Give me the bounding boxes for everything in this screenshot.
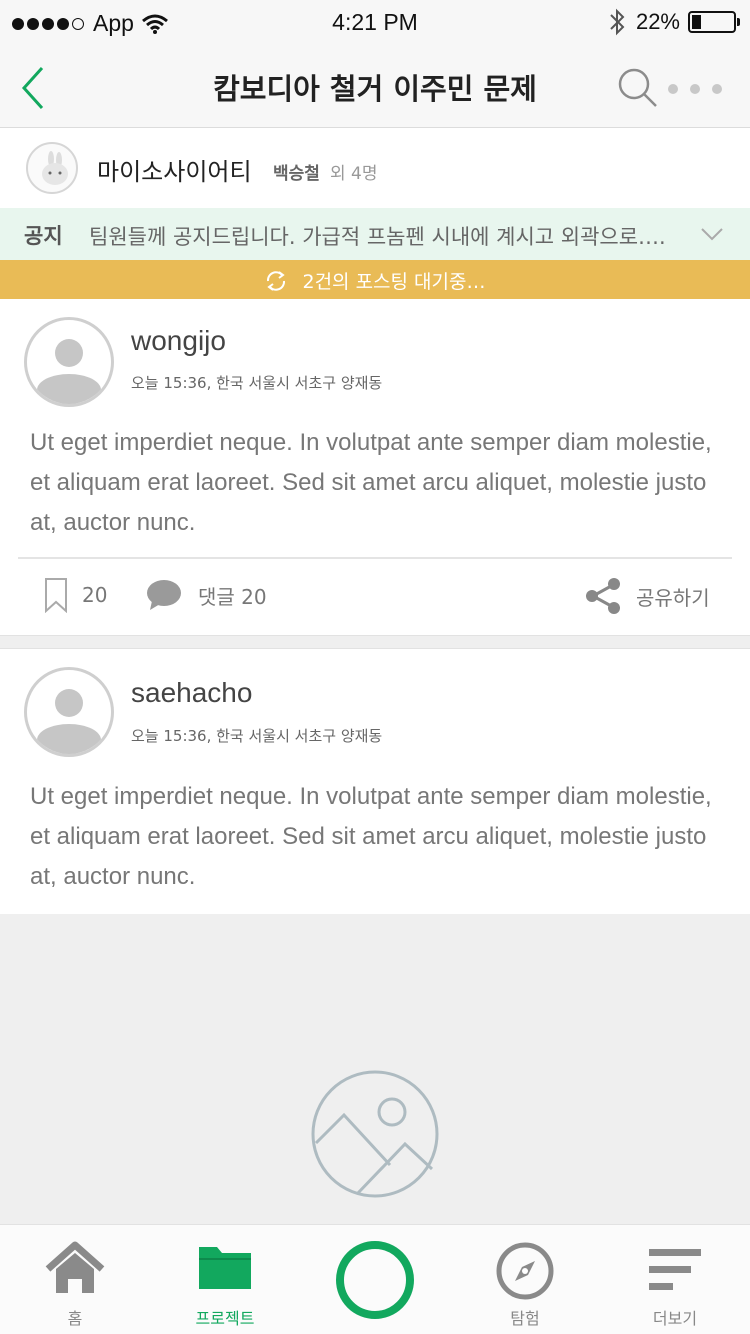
home-icon xyxy=(45,1241,105,1293)
tab-icon-wrap xyxy=(150,1241,300,1309)
dot xyxy=(690,84,700,94)
empty-content-area xyxy=(0,914,750,1224)
user-silhouette-icon xyxy=(37,339,101,404)
tab-home[interactable]: 홈 xyxy=(0,1225,150,1334)
group-name: 마이소사이어티 xyxy=(97,158,252,186)
status-bar: App 4:21 PM 22% xyxy=(0,0,750,48)
pending-content: 2건의 포스팅 대기중… xyxy=(0,267,750,294)
tab-label: 탐험 xyxy=(510,1309,540,1328)
post-separator xyxy=(0,635,750,649)
battery-level xyxy=(692,15,701,29)
share-button[interactable]: 공유하기 xyxy=(584,577,710,615)
bookmark-icon xyxy=(45,578,67,613)
bookmark-count: 20 xyxy=(82,583,108,607)
post-username[interactable]: wongijo xyxy=(131,325,226,357)
tab-record[interactable] xyxy=(300,1225,450,1334)
notice-bar[interactable]: 공지 팀원들께 공지드립니다. 가급적 프놈펜 시내에 계시고 외곽으로…. xyxy=(0,208,750,260)
post-meta: 오늘 15:36, 한국 서울시 서초구 양재동 xyxy=(131,374,383,392)
comment-label: 댓글 20 xyxy=(198,584,267,609)
notice-text: 팀원들께 공지드립니다. 가급적 프놈펜 시내에 계시고 외곽으로…. xyxy=(89,225,666,249)
post-card: wongijo 오늘 15:36, 한국 서울시 서초구 양재동 Ut eget… xyxy=(0,299,750,635)
tab-explore[interactable]: 탐험 xyxy=(450,1225,600,1334)
group-member-count: 외 4명 xyxy=(330,164,378,184)
user-avatar[interactable] xyxy=(24,667,114,757)
post-body[interactable]: Ut eget imperdiet neque. In volutpat ant… xyxy=(30,777,730,897)
bluetooth-icon xyxy=(610,8,625,36)
group-owner: 백승철 xyxy=(273,164,320,184)
post-username[interactable]: saehacho xyxy=(131,677,252,709)
battery-percent: 22% xyxy=(635,9,680,34)
search-icon xyxy=(618,68,657,107)
post-meta: 오늘 15:36, 한국 서울시 서초구 양재동 xyxy=(131,727,383,745)
status-right: 22% xyxy=(608,8,740,36)
rabbit-icon xyxy=(42,151,68,185)
tab-project[interactable]: 프로젝트 xyxy=(150,1225,300,1334)
record-circle-icon xyxy=(336,1241,414,1319)
pending-posts-bar[interactable]: 2건의 포스팅 대기중… xyxy=(0,260,750,299)
image-placeholder-icon xyxy=(311,1070,439,1198)
comment-bubble-icon xyxy=(147,580,181,610)
share-label: 공유하기 xyxy=(636,585,710,610)
share-icon xyxy=(586,578,620,614)
group-avatar xyxy=(26,142,78,194)
refresh-icon xyxy=(267,270,286,291)
post-divider xyxy=(18,557,732,559)
search-button[interactable] xyxy=(616,66,660,110)
pending-text: 2건의 포스팅 대기중… xyxy=(302,271,486,293)
notice-label: 공지 xyxy=(24,224,63,248)
post-body[interactable]: Ut eget imperdiet neque. In volutpat ant… xyxy=(30,423,730,543)
tab-icon-wrap xyxy=(0,1241,150,1309)
menu-lines-icon xyxy=(649,1249,701,1290)
comment-button[interactable]: 댓글 20 xyxy=(146,579,267,611)
tab-icon-wrap xyxy=(450,1241,600,1309)
dot xyxy=(712,84,722,94)
user-silhouette-icon xyxy=(37,689,101,754)
more-dots-icon[interactable] xyxy=(668,82,722,96)
chevron-down-icon[interactable] xyxy=(700,222,724,246)
folder-icon xyxy=(199,1247,251,1289)
compass-icon xyxy=(496,1242,554,1300)
tab-more[interactable]: 더보기 xyxy=(600,1225,750,1334)
tab-bar: 홈 프로젝트 탐험 더보기 xyxy=(0,1224,750,1334)
tab-label: 더보기 xyxy=(652,1309,698,1328)
group-header[interactable]: 마이소사이어티 백승철 외 4명 xyxy=(0,128,750,208)
user-avatar[interactable] xyxy=(24,317,114,407)
tab-icon-wrap xyxy=(300,1239,450,1319)
tab-label: 프로젝트 xyxy=(195,1309,255,1328)
tab-label: 홈 xyxy=(67,1309,83,1328)
bookmark-button[interactable]: 20 xyxy=(44,577,107,613)
navigation-bar: 캄보디아 철거 이주민 문제 xyxy=(0,48,750,128)
battery-icon xyxy=(688,11,740,33)
post-card: saehacho 오늘 15:36, 한국 서울시 서초구 양재동 Ut ege… xyxy=(0,649,750,914)
dot xyxy=(668,84,678,94)
